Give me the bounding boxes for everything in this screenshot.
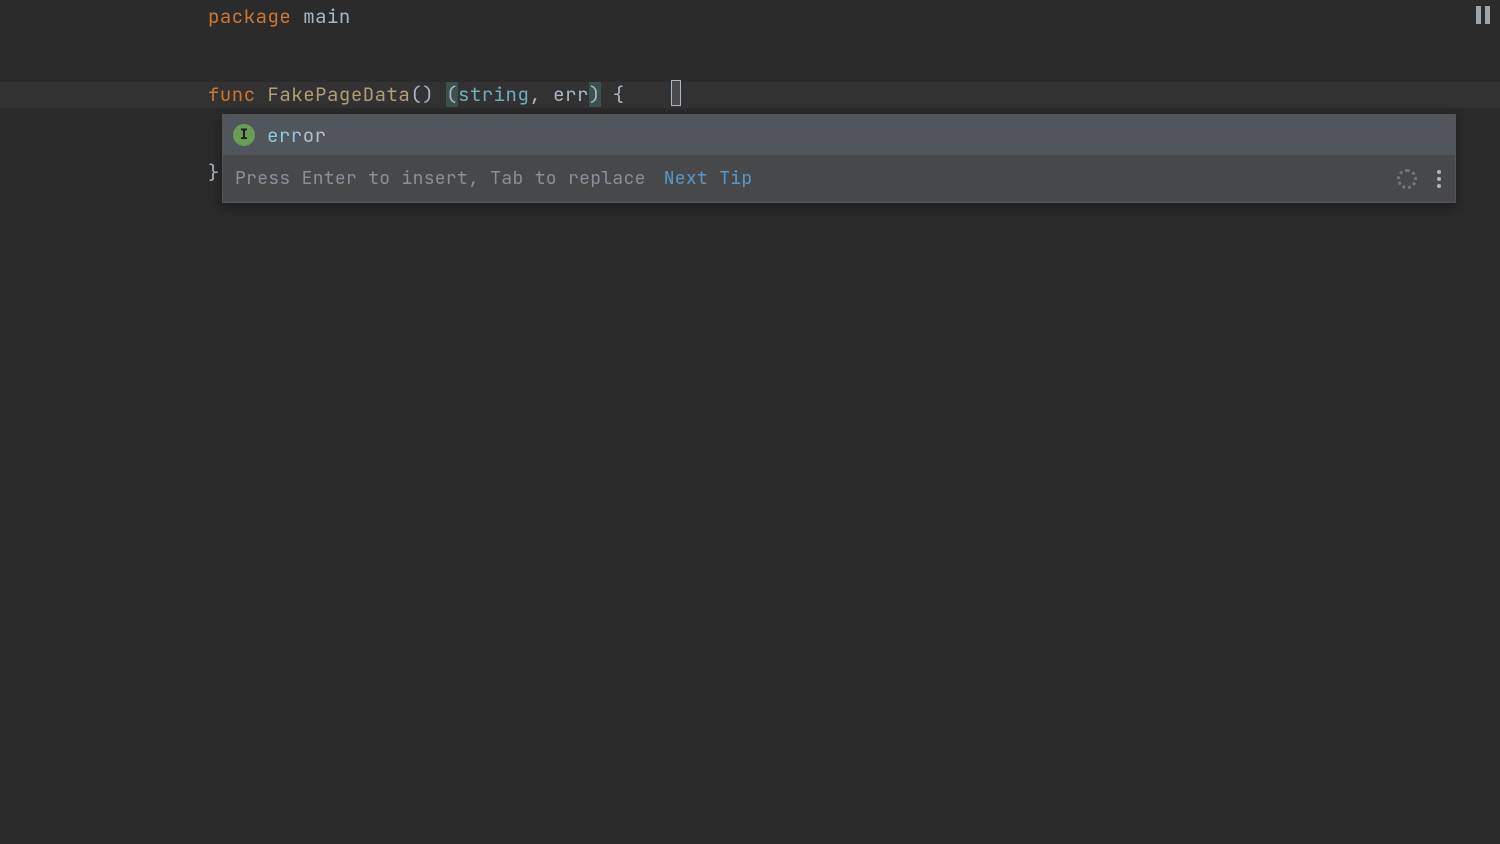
code-line-5[interactable]: } (208, 160, 220, 185)
interface-icon: I (233, 124, 255, 146)
return-type-string: string (458, 82, 529, 107)
completion-footer: Press Enter to insert, Tab to replace Ne… (223, 155, 1455, 202)
keyword-package: package (208, 4, 291, 29)
completion-text: error (267, 123, 327, 148)
package-name: main (303, 4, 351, 29)
keyword-func: func (208, 82, 256, 107)
return-open-paren: ( (446, 82, 458, 107)
code-line-1[interactable]: package main (0, 0, 1500, 30)
loading-spinner-icon (1397, 169, 1417, 189)
typed-text: err (553, 82, 589, 107)
completion-popup: I error Press Enter to insert, Tab to re… (222, 114, 1456, 203)
more-options-icon[interactable] (1435, 168, 1443, 190)
function-name: FakePageData (268, 82, 411, 107)
pause-icon[interactable] (1476, 6, 1490, 24)
completion-hint: Press Enter to insert, Tab to replace (235, 167, 646, 190)
code-line-3[interactable]: func FakePageData() (string, err) { (0, 82, 1500, 108)
params-parens: () (410, 82, 434, 107)
code-line-2[interactable] (0, 30, 1500, 56)
code-line-blank[interactable] (0, 56, 1500, 82)
return-close-paren: ) (589, 82, 601, 107)
completion-item[interactable]: I error (223, 115, 1455, 155)
next-tip-link[interactable]: Next Tip (664, 167, 753, 190)
code-editor[interactable]: package main func FakePageData() (string… (0, 0, 1500, 844)
